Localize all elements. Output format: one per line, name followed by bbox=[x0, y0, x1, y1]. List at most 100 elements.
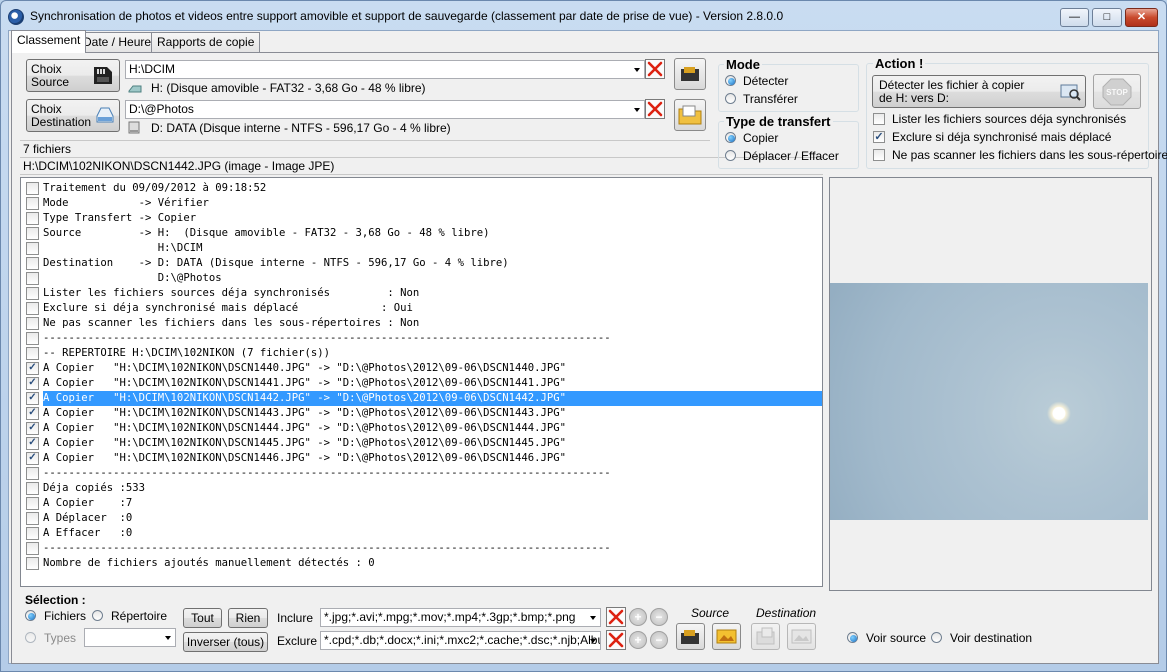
log-line-checkbox[interactable] bbox=[26, 287, 39, 300]
log-line[interactable]: ✓ A Copier "H:\DCIM\102NIKON\DSCN1443.JPG… bbox=[21, 406, 822, 421]
choose-source-button[interactable]: Choix Source bbox=[26, 59, 120, 92]
log-line[interactable]: ----------------------------------------… bbox=[21, 541, 822, 556]
log-line[interactable]: ----------------------------------------… bbox=[21, 466, 822, 481]
clear-exclude-button[interactable] bbox=[606, 630, 626, 650]
log-line-checkbox[interactable]: ✓ bbox=[26, 362, 39, 375]
log-line-checkbox[interactable] bbox=[26, 467, 39, 480]
mode-transferer-radio[interactable] bbox=[725, 93, 736, 104]
destination-images-button[interactable] bbox=[787, 623, 816, 650]
choose-destination-button[interactable]: Choix Destination bbox=[26, 99, 120, 132]
add-exclude-icon[interactable]: + bbox=[629, 631, 647, 649]
log-line[interactable]: Ne pas scanner les fichiers dans les sou… bbox=[21, 316, 822, 331]
log-line[interactable]: ✓ A Copier "H:\DCIM\102NIKON\DSCN1442.JPG… bbox=[21, 391, 822, 406]
log-line[interactable]: H:\DCIM bbox=[21, 241, 822, 256]
log-line-checkbox[interactable] bbox=[26, 227, 39, 240]
tab-classement[interactable]: Classement bbox=[11, 30, 87, 53]
log-line-checkbox[interactable] bbox=[26, 242, 39, 255]
log-line-checkbox[interactable] bbox=[26, 257, 39, 270]
voir-destination-radio[interactable] bbox=[931, 632, 942, 643]
selection-repertoire-radio[interactable] bbox=[92, 610, 103, 621]
log-line[interactable]: Déja copiés :533 bbox=[21, 481, 822, 496]
detect-files-button[interactable]: Détecter les fichier à copier de H: vers… bbox=[872, 75, 1086, 108]
voir-source-radio[interactable] bbox=[847, 632, 858, 643]
destination-path-combo[interactable]: D:\@Photos bbox=[125, 100, 645, 119]
log-line[interactable]: Source -> H: (Disque amovible - FAT32 - … bbox=[21, 226, 822, 241]
log-line-checkbox[interactable] bbox=[26, 527, 39, 540]
log-line-checkbox[interactable] bbox=[26, 347, 39, 360]
chevron-down-icon[interactable] bbox=[590, 639, 596, 643]
log-line-checkbox[interactable] bbox=[26, 512, 39, 525]
log-line-checkbox[interactable]: ✓ bbox=[26, 422, 39, 435]
log-line-checkbox[interactable] bbox=[26, 482, 39, 495]
open-destination-folder-button[interactable] bbox=[674, 99, 706, 131]
transfer-copier-radio[interactable] bbox=[725, 132, 736, 143]
log-line[interactable]: ✓ A Copier "H:\DCIM\102NIKON\DSCN1444.JPG… bbox=[21, 421, 822, 436]
source-path-combo[interactable]: H:\DCIM bbox=[125, 60, 645, 79]
tab-rapports-de-copie[interactable]: Rapports de copie bbox=[151, 32, 261, 52]
chevron-down-icon[interactable] bbox=[634, 68, 640, 72]
remove-include-icon[interactable]: − bbox=[650, 608, 668, 626]
transfer-deplacer-radio[interactable] bbox=[725, 150, 736, 161]
stop-button[interactable]: STOP bbox=[1093, 74, 1141, 109]
mode-detecter-radio[interactable] bbox=[725, 75, 736, 86]
invert-selection-button[interactable]: Inverser (tous) bbox=[183, 632, 268, 652]
log-line-checkbox[interactable] bbox=[26, 272, 39, 285]
minimize-button[interactable]: — bbox=[1060, 8, 1089, 27]
log-line[interactable]: ✓ A Copier "H:\DCIM\102NIKON\DSCN1446.JPG… bbox=[21, 451, 822, 466]
log-line[interactable]: ✓ A Copier "H:\DCIM\102NIKON\DSCN1441.JPG… bbox=[21, 376, 822, 391]
add-include-icon[interactable]: + bbox=[629, 608, 647, 626]
option-list-synced-checkbox[interactable] bbox=[873, 113, 885, 125]
maximize-button[interactable]: □ bbox=[1092, 8, 1122, 27]
log-line[interactable]: A Copier :7 bbox=[21, 496, 822, 511]
log-line[interactable]: ----------------------------------------… bbox=[21, 331, 822, 346]
log-line[interactable]: ✓ A Copier "H:\DCIM\102NIKON\DSCN1440.JPG… bbox=[21, 361, 822, 376]
selection-fichiers-radio[interactable] bbox=[25, 610, 36, 621]
log-line[interactable]: Traitement du 09/09/2012 à 09:18:52 bbox=[21, 181, 822, 196]
log-line-checkbox[interactable]: ✓ bbox=[26, 452, 39, 465]
chevron-down-icon[interactable] bbox=[634, 108, 640, 112]
include-combo[interactable]: *.jpg;*.avi;*.mpg;*.mov;*.mp4;*.3gp;*.bm… bbox=[320, 608, 601, 627]
log-line-checkbox[interactable]: ✓ bbox=[26, 392, 39, 405]
log-line[interactable]: Destination -> D: DATA (Disque interne -… bbox=[21, 256, 822, 271]
log-line-checkbox[interactable] bbox=[26, 332, 39, 345]
tab-date-heure[interactable]: Date / Heure bbox=[77, 32, 158, 52]
source-card-button[interactable] bbox=[676, 623, 705, 650]
log-line-checkbox[interactable] bbox=[26, 557, 39, 570]
types-combo[interactable] bbox=[84, 628, 176, 647]
log-line-checkbox[interactable] bbox=[26, 542, 39, 555]
selection-types-radio[interactable] bbox=[25, 632, 36, 643]
select-all-button[interactable]: Tout bbox=[183, 608, 222, 628]
log-line[interactable]: Mode -> Vérifier bbox=[21, 196, 822, 211]
log-line-checkbox[interactable] bbox=[26, 302, 39, 315]
log-list[interactable]: Traitement du 09/09/2012 à 09:18:52 Mode … bbox=[20, 177, 823, 587]
title-bar[interactable]: Synchronisation de photos et videos entr… bbox=[0, 0, 1167, 32]
chevron-down-icon[interactable] bbox=[165, 636, 171, 640]
log-line-checkbox[interactable] bbox=[26, 212, 39, 225]
exclude-combo[interactable]: *.cpd;*.db;*.docx;*.ini;*.mxc2;*.cache;*… bbox=[320, 631, 601, 650]
log-line[interactable]: Lister les fichiers sources déja synchro… bbox=[21, 286, 822, 301]
remove-exclude-icon[interactable]: − bbox=[650, 631, 668, 649]
open-source-folder-button[interactable] bbox=[674, 58, 706, 90]
log-line[interactable]: Type Transfert -> Copier bbox=[21, 211, 822, 226]
log-line[interactable]: D:\@Photos bbox=[21, 271, 822, 286]
clear-destination-button[interactable] bbox=[645, 99, 665, 119]
log-line-checkbox[interactable] bbox=[26, 497, 39, 510]
log-line-checkbox[interactable] bbox=[26, 197, 39, 210]
log-line-checkbox[interactable] bbox=[26, 182, 39, 195]
log-line[interactable]: Nombre de fichiers ajoutés manuellement … bbox=[21, 556, 822, 571]
log-line[interactable]: Exclure si déja synchronisé mais déplacé… bbox=[21, 301, 822, 316]
log-line[interactable]: -- REPERTOIRE H:\DCIM\102NIKON (7 fichie… bbox=[21, 346, 822, 361]
log-line[interactable]: A Déplacer :0 bbox=[21, 511, 822, 526]
log-line-checkbox[interactable]: ✓ bbox=[26, 377, 39, 390]
option-exclude-moved-checkbox[interactable]: ✓ bbox=[873, 131, 885, 143]
source-images-button[interactable] bbox=[712, 623, 741, 650]
close-button[interactable]: ✕ bbox=[1125, 8, 1158, 27]
chevron-down-icon[interactable] bbox=[590, 616, 596, 620]
log-line[interactable]: A Effacer :0 bbox=[21, 526, 822, 541]
log-line[interactable]: ✓ A Copier "H:\DCIM\102NIKON\DSCN1445.JPG… bbox=[21, 436, 822, 451]
log-line-checkbox[interactable]: ✓ bbox=[26, 437, 39, 450]
option-no-subdirs-checkbox[interactable] bbox=[873, 149, 885, 161]
destination-folder-button[interactable] bbox=[751, 623, 780, 650]
clear-source-button[interactable] bbox=[645, 59, 665, 79]
log-line-checkbox[interactable]: ✓ bbox=[26, 407, 39, 420]
